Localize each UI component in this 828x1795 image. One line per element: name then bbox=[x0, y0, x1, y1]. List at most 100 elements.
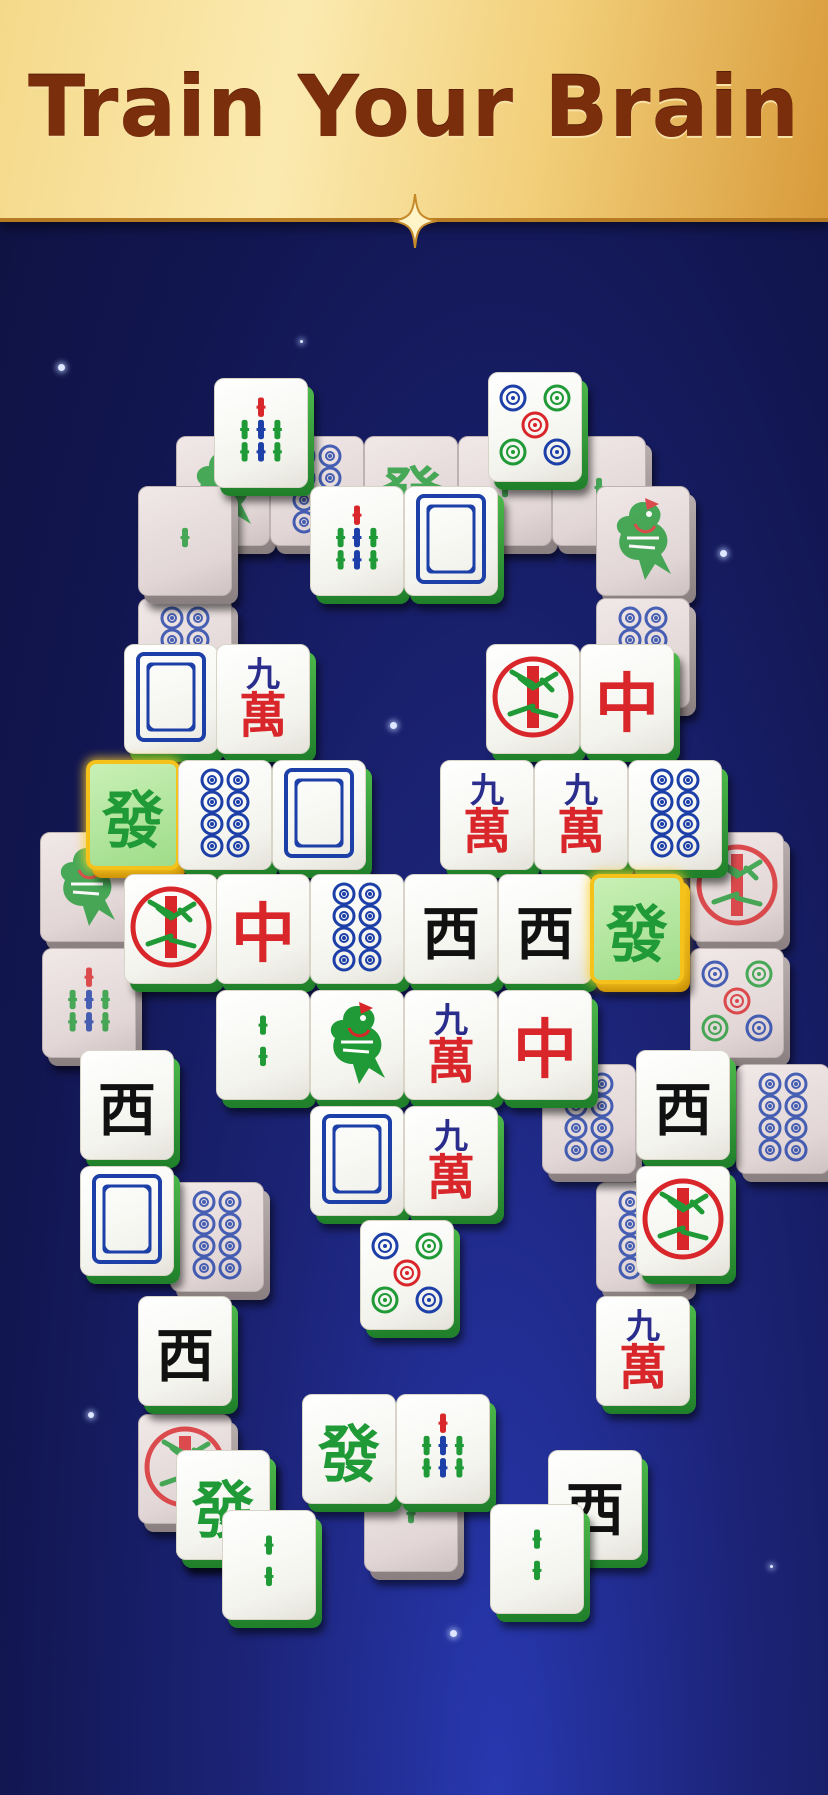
tile-face: 九萬 bbox=[216, 644, 310, 754]
mahjong-tile[interactable] bbox=[310, 874, 410, 992]
mahjong-tile-selected[interactable]: 發 bbox=[590, 874, 690, 992]
jiu-character: 九 bbox=[433, 1001, 468, 1041]
mahjong-tile[interactable]: 九萬 bbox=[596, 1296, 696, 1414]
bamboo-five-icon bbox=[408, 1402, 478, 1496]
tile-face: 西 bbox=[80, 1050, 174, 1160]
mahjong-tile[interactable] bbox=[636, 1166, 736, 1284]
tile-face bbox=[310, 990, 404, 1100]
mahjong-tile[interactable] bbox=[490, 1504, 590, 1622]
mahjong-tile[interactable] bbox=[214, 378, 314, 496]
mahjong-tile[interactable] bbox=[272, 760, 372, 878]
mahjong-tile[interactable] bbox=[310, 990, 410, 1108]
tile-face: 西 bbox=[636, 1050, 730, 1160]
wan-character: 萬 bbox=[556, 804, 605, 860]
tile-face bbox=[272, 760, 366, 870]
mahjong-tile[interactable] bbox=[216, 990, 316, 1108]
mahjong-tile[interactable] bbox=[486, 644, 586, 762]
mahjong-tile[interactable]: 九萬 bbox=[216, 644, 316, 762]
mahjong-tile[interactable]: 西 bbox=[498, 874, 598, 992]
white-dragon-frame-icon bbox=[282, 766, 356, 864]
five-dots-icon bbox=[699, 958, 775, 1048]
mahjong-tile[interactable]: 九萬 bbox=[440, 760, 540, 878]
tile-face bbox=[216, 990, 310, 1100]
xi-character: 西 bbox=[515, 900, 574, 968]
wan-character: 萬 bbox=[238, 688, 287, 744]
mahjong-tile[interactable] bbox=[310, 1106, 410, 1224]
circle-bamboo-icon bbox=[640, 1176, 726, 1266]
jiu-character: 九 bbox=[245, 655, 280, 695]
tile-face bbox=[360, 1220, 454, 1330]
tile-face bbox=[490, 1504, 584, 1614]
mahjong-tile[interactable] bbox=[222, 1510, 322, 1628]
bird-icon bbox=[319, 998, 395, 1092]
tile-face: 西 bbox=[404, 874, 498, 984]
white-dragon-frame-icon bbox=[320, 1112, 394, 1210]
mahjong-tile[interactable]: 西 bbox=[636, 1050, 736, 1168]
tile-face bbox=[170, 1182, 264, 1292]
bamboo-five-icon bbox=[322, 494, 392, 588]
tile-face bbox=[404, 486, 498, 596]
jiu-character: 九 bbox=[563, 771, 598, 811]
mahjong-tile[interactable]: 中 bbox=[498, 990, 598, 1108]
wan-character: 萬 bbox=[426, 1034, 475, 1090]
tile-face bbox=[222, 1510, 316, 1620]
tile-face bbox=[138, 486, 232, 596]
zhong-character: 中 bbox=[513, 1013, 577, 1088]
mahjong-tile[interactable] bbox=[170, 1182, 270, 1300]
mahjong-tile[interactable] bbox=[310, 486, 410, 604]
mahjong-tile[interactable]: 九萬 bbox=[534, 760, 634, 878]
tile-face bbox=[42, 948, 136, 1058]
mahjong-tile[interactable]: 西 bbox=[80, 1050, 180, 1168]
mahjong-tile[interactable] bbox=[690, 948, 790, 1066]
mahjong-tile[interactable]: 中 bbox=[580, 644, 680, 762]
mahjong-tile[interactable]: 中 bbox=[216, 874, 316, 992]
tile-face bbox=[310, 1106, 404, 1216]
xi-character: 西 bbox=[155, 1322, 214, 1390]
tile-face: 九萬 bbox=[596, 1296, 690, 1406]
wan-character: 萬 bbox=[462, 804, 511, 860]
mahjong-tile[interactable] bbox=[628, 760, 728, 878]
mahjong-tile[interactable] bbox=[596, 486, 696, 604]
mahjong-tile[interactable] bbox=[80, 1166, 180, 1284]
nine-wan-character: 九萬 bbox=[619, 1310, 667, 1392]
mahjong-tile-selected[interactable]: 發 bbox=[86, 760, 186, 878]
tile-face: 中 bbox=[216, 874, 310, 984]
tile-face bbox=[486, 644, 580, 754]
mahjong-tile[interactable] bbox=[360, 1220, 460, 1338]
tile-face: 九萬 bbox=[404, 1106, 498, 1216]
jiu-character: 九 bbox=[625, 1307, 660, 1347]
tile-face: 發 bbox=[590, 874, 684, 984]
mahjong-tile[interactable] bbox=[124, 644, 224, 762]
tile-face bbox=[628, 760, 722, 870]
eight-dots-icon bbox=[195, 766, 255, 864]
mahjong-tile[interactable]: 發 bbox=[302, 1394, 402, 1512]
zhong-character: 中 bbox=[595, 667, 659, 742]
tile-face bbox=[310, 486, 404, 596]
tile-face bbox=[596, 486, 690, 596]
mahjong-tile[interactable]: 西 bbox=[138, 1296, 238, 1414]
mahjong-tile[interactable] bbox=[124, 874, 224, 992]
mahjong-tile[interactable]: 九萬 bbox=[404, 990, 504, 1108]
tile-face: 九萬 bbox=[404, 990, 498, 1100]
mahjong-board: 發發九萬中發九萬九萬中西西發九萬中西西九萬西九萬發發西 bbox=[0, 0, 828, 1795]
bamboo-two-icon bbox=[502, 1512, 572, 1606]
tile-face bbox=[488, 372, 582, 482]
white-dragon-frame-icon bbox=[134, 650, 208, 748]
tile-face bbox=[396, 1394, 490, 1504]
mahjong-tile[interactable] bbox=[404, 486, 504, 604]
mahjong-tile[interactable]: 九萬 bbox=[404, 1106, 504, 1224]
mahjong-tile[interactable]: 西 bbox=[404, 874, 504, 992]
xi-character: 西 bbox=[421, 900, 480, 968]
mahjong-tile[interactable] bbox=[488, 372, 588, 490]
mahjong-tile[interactable] bbox=[736, 1064, 828, 1182]
five-dots-icon bbox=[369, 1230, 445, 1320]
mahjong-tile[interactable] bbox=[138, 486, 238, 604]
mahjong-tile[interactable] bbox=[178, 760, 278, 878]
nine-wan-character: 九萬 bbox=[427, 1120, 475, 1202]
bamboo-five-icon bbox=[54, 956, 124, 1050]
tile-face bbox=[214, 378, 308, 488]
fa-character: 發 bbox=[101, 784, 164, 857]
mahjong-tile[interactable] bbox=[42, 948, 142, 1066]
mahjong-tile[interactable] bbox=[396, 1394, 496, 1512]
tile-face: 九萬 bbox=[440, 760, 534, 870]
